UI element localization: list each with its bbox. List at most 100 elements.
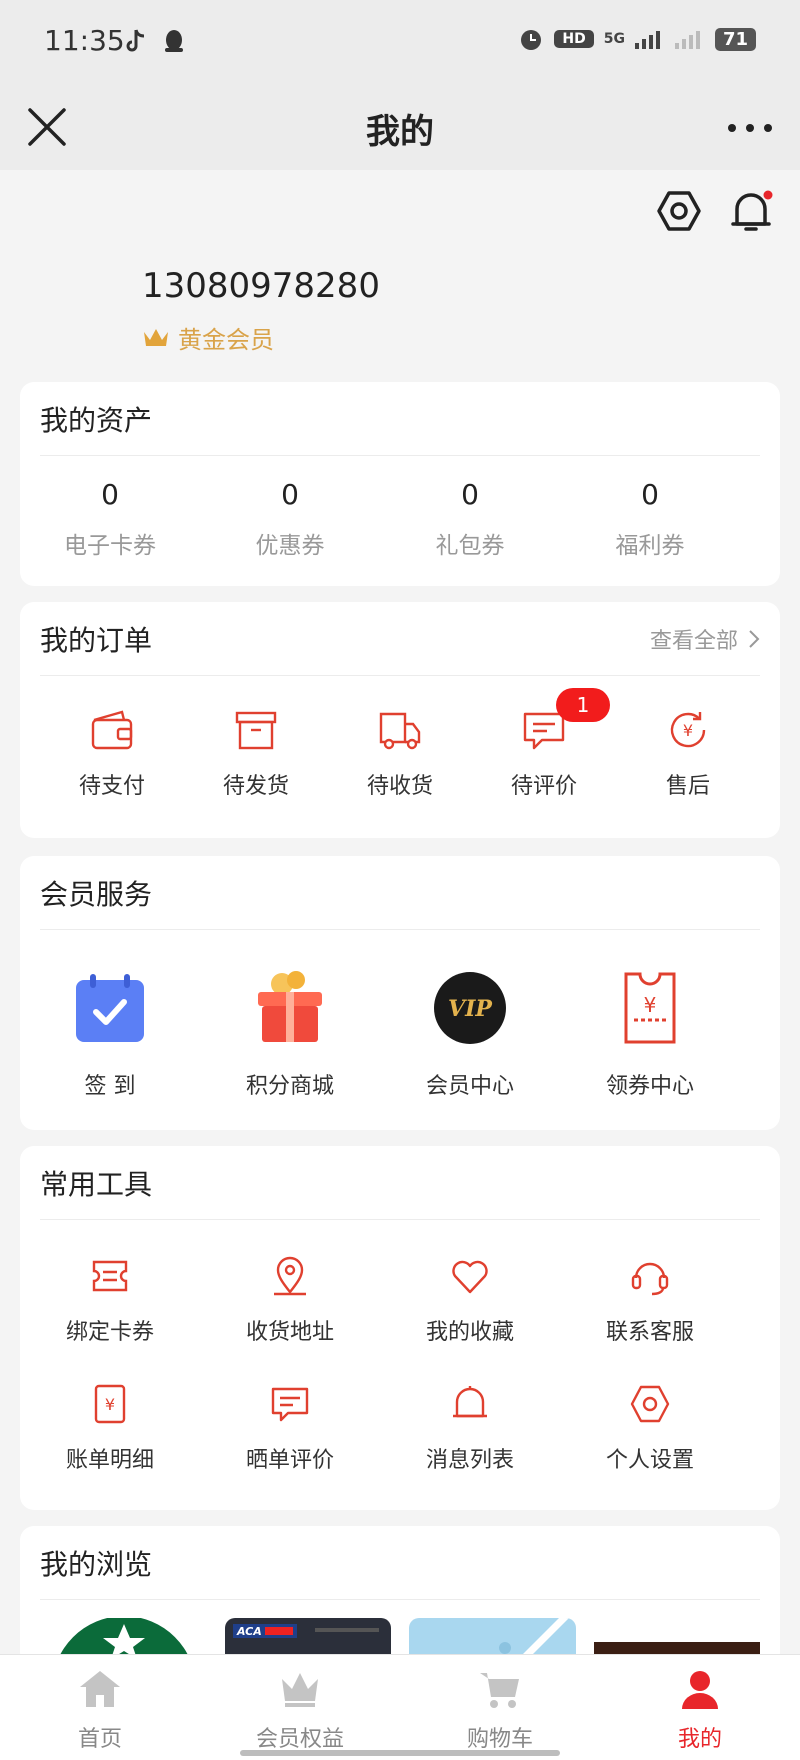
product-image [499,1618,569,1658]
tool-bind-card[interactable]: 绑定卡券 [20,1254,200,1382]
service-label: 领券中心 [605,1074,694,1099]
item-image [593,1642,760,1658]
ticket-icon [92,1260,128,1292]
tool-label: 绑定卡券 [65,1320,154,1345]
starbucks-logo-image [58,1618,190,1658]
member-level[interactable]: 黄金会员 [142,320,274,355]
tool-messages[interactable]: 消息列表 [380,1382,560,1510]
asset-label: 优惠券 [255,533,325,559]
home-indicator[interactable] [240,1750,560,1756]
network-indicator: 5G [603,31,625,47]
tool-label: 联系客服 [605,1320,694,1345]
profile-section: 13080978280 黄金会员 [0,170,800,370]
tab-home[interactable]: 首页 [0,1655,200,1760]
order-pending-review[interactable]: 待评价 1 [472,688,616,800]
tool-favorites[interactable]: 我的收藏 [380,1254,560,1382]
signal-icon [634,31,660,49]
tool-personal-settings[interactable]: 个人设置 [560,1382,740,1510]
tab-cart[interactable]: 购物车 [400,1655,600,1760]
asset-coupon[interactable]: 0 优惠券 [200,478,380,560]
tiktok-icon [126,29,145,52]
tools-card: 常用工具 绑定卡券 收货地址 我的收藏 联系客服 ¥ 账单明细 晒单评价 消息列… [20,1146,780,1510]
services-card: 会员服务 签 到 积分商城 VIP 会员中心 ¥ 领券中心 [20,856,780,1130]
service-label: 积分商城 [245,1074,334,1099]
view-all-orders-link[interactable]: 查看全部 [650,623,760,655]
tool-address[interactable]: 收货地址 [200,1254,380,1382]
service-coupon-center[interactable]: ¥ 领券中心 [560,970,740,1100]
status-bar: 11:35 HD 5G 71 [0,0,800,86]
order-pending-payment[interactable]: 待支付 [40,706,184,800]
signal-weak-icon [674,31,700,49]
asset-gift-pack[interactable]: 0 礼包券 [380,478,560,560]
chevron-right-icon [749,629,760,648]
svg-text:¥: ¥ [644,993,657,1017]
assets-card: 我的资产 0 电子卡券 0 优惠券 0 礼包券 0 福利券 [20,382,780,586]
coupon-icon: ¥ [624,972,676,1044]
service-member-center[interactable]: VIP 会员中心 [380,970,560,1100]
browse-thumb-starbucks[interactable] [40,1618,207,1658]
browse-thumb-card[interactable]: ACA [224,1618,391,1658]
gift-icon [258,971,322,1042]
asset-welfare[interactable]: 0 福利券 [560,478,740,560]
order-label: 待发货 [222,774,289,799]
tool-label: 账单明细 [65,1448,154,1473]
order-label: 待评价 [510,774,577,799]
order-pending-ship[interactable]: 待发货 [184,706,328,800]
tab-mine[interactable]: 我的 [600,1655,800,1760]
svg-text:¥: ¥ [683,721,693,740]
card-brand-text: ACA [236,1625,262,1638]
order-label: 待收货 [366,774,433,799]
tab-label: 首页 [77,1727,122,1752]
heart-icon [452,1260,488,1294]
more-icon[interactable] [724,108,776,148]
home-icon [80,1671,120,1707]
review-icon [271,1387,309,1422]
browse-thumb-product[interactable] [409,1618,576,1658]
service-points-mall[interactable]: 积分商城 [200,970,380,1100]
tool-label: 我的收藏 [425,1320,514,1345]
tab-label: 会员权益 [255,1727,344,1752]
vip-icon-text: VIP [448,996,493,1022]
svg-text:¥: ¥ [105,1395,115,1414]
bell-icon [453,1386,487,1418]
asset-label: 电子卡券 [64,533,156,559]
settings-icon [630,1385,670,1423]
service-label: 会员中心 [425,1074,514,1099]
tool-label: 晒单评价 [245,1448,334,1473]
cart-icon [480,1673,519,1708]
service-checkin[interactable]: 签 到 [20,970,200,1100]
review-count-badge: 1 [556,688,610,722]
crown-icon [282,1673,318,1707]
orders-title: 我的订单 [40,623,153,657]
card-product-image: ACA [232,1624,379,1638]
page-title: 我的 [366,112,434,152]
tool-customer-service[interactable]: 联系客服 [560,1254,740,1382]
order-after-sales[interactable]: ¥ 售后 [616,706,760,800]
asset-value: 0 [101,478,119,511]
title-bar: 我的 [0,86,800,170]
settings-icon[interactable] [656,188,702,234]
box-icon [235,711,277,750]
tab-label: 我的 [677,1727,722,1752]
asset-label: 福利券 [615,533,685,559]
tab-member-benefits[interactable]: 会员权益 [200,1655,400,1760]
tool-share-review[interactable]: 晒单评价 [200,1382,380,1510]
asset-value: 0 [281,478,299,511]
bill-icon: ¥ [94,1384,126,1424]
order-label: 售后 [665,774,710,799]
headset-icon [631,1262,669,1296]
assets-title: 我的资产 [40,403,153,437]
wallet-icon [91,710,133,750]
order-pending-receive[interactable]: 待收货 [328,706,472,800]
service-label: 签 到 [84,1074,136,1099]
tool-bill-details[interactable]: ¥ 账单明细 [20,1382,200,1510]
tool-label: 个人设置 [605,1448,694,1473]
browse-thumb-item[interactable] [593,1618,760,1658]
asset-e-card[interactable]: 0 电子卡券 [20,478,200,560]
crown-icon [144,328,168,346]
qq-icon [165,30,183,52]
asset-value: 0 [641,478,659,511]
status-time: 11:35 [44,24,125,57]
order-label: 待支付 [78,774,145,799]
notification-bell-icon[interactable] [728,188,774,234]
